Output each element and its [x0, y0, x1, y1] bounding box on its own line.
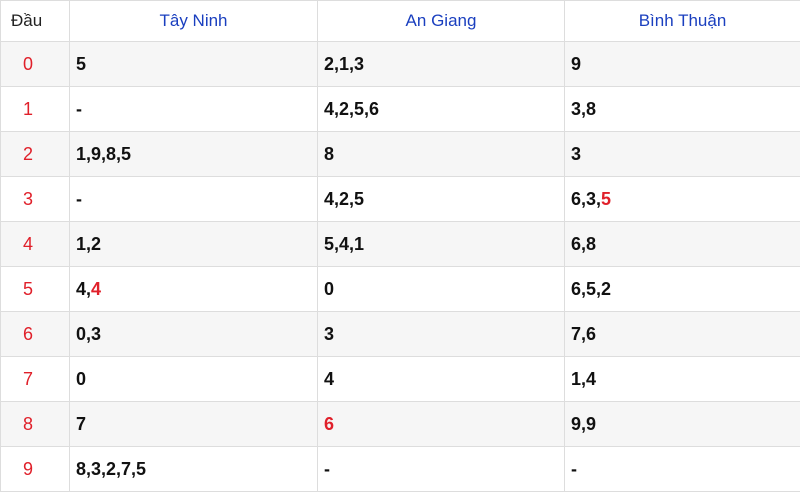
- number-text: 4,2,5: [324, 189, 364, 209]
- number-text: 0: [324, 279, 334, 299]
- value-cell-binh-thuan: 9: [565, 42, 800, 87]
- number-text: 4,2,5,6: [324, 99, 379, 119]
- highlighted-number: 6: [324, 414, 334, 434]
- header-province-an-giang: An Giang: [318, 1, 565, 42]
- number-text: 3,8: [571, 99, 596, 119]
- value-cell-an-giang: 5,4,1: [318, 222, 565, 267]
- value-cell-tay-ninh: 1,2: [70, 222, 318, 267]
- table-row: 70 4 1,4: [1, 357, 800, 402]
- number-text: -: [571, 459, 577, 479]
- number-text: 1,2: [76, 234, 101, 254]
- dau-cell: 7: [1, 357, 70, 402]
- value-cell-tay-ninh: 1,9,8,5: [70, 132, 318, 177]
- value-cell-tay-ninh: -: [70, 87, 318, 132]
- number-text: -: [76, 189, 82, 209]
- number-text: 6,5,2: [571, 279, 611, 299]
- value-cell-binh-thuan: 7,6: [565, 312, 800, 357]
- header-row: Đầu Tây Ninh An Giang Bình Thuận: [1, 1, 800, 42]
- value-cell-an-giang: 2,1,3: [318, 42, 565, 87]
- number-text: -: [76, 99, 82, 119]
- number-text: -: [324, 459, 330, 479]
- table-row: 54,406,5,2: [1, 267, 800, 312]
- table-row: 3- 4,2,5 6,3,5: [1, 177, 800, 222]
- dau-cell: 8: [1, 402, 70, 447]
- value-cell-binh-thuan: 3,8: [565, 87, 800, 132]
- dau-cell: 3: [1, 177, 70, 222]
- number-text: 8,3,2,7,5: [76, 459, 146, 479]
- value-cell-binh-thuan: -: [565, 447, 800, 492]
- number-text: 8: [324, 144, 334, 164]
- value-cell-an-giang: 6: [318, 402, 565, 447]
- number-text: 3: [324, 324, 334, 344]
- table-row: 6 0,3 3 7,6: [1, 312, 800, 357]
- number-text: 5,4,1: [324, 234, 364, 254]
- number-text: 3: [571, 144, 581, 164]
- value-cell-an-giang: 4,2,5: [318, 177, 565, 222]
- header-dau: Đầu: [1, 1, 70, 42]
- header-province-binh-thuan: Bình Thuận: [565, 1, 800, 42]
- value-cell-tay-ninh: 4,4: [70, 267, 318, 312]
- value-cell-binh-thuan: 9,9: [565, 402, 800, 447]
- value-cell-tay-ninh: -: [70, 177, 318, 222]
- number-text: 9: [571, 54, 581, 74]
- number-text: 1,4: [571, 369, 596, 389]
- dau-cell: 6: [1, 312, 70, 357]
- table-row: 4 1,2 5,4,1 6,8: [1, 222, 800, 267]
- number-text: 4: [324, 369, 334, 389]
- number-text: 0,3: [76, 324, 101, 344]
- value-cell-tay-ninh: 7: [70, 402, 318, 447]
- table-row: 9 8,3,2,7,5 - -: [1, 447, 800, 492]
- value-cell-binh-thuan: 6,3,5: [565, 177, 800, 222]
- dau-cell: 2: [1, 132, 70, 177]
- value-cell-an-giang: 4,2,5,6: [318, 87, 565, 132]
- number-text: 6,8: [571, 234, 596, 254]
- value-cell-tay-ninh: 8,3,2,7,5: [70, 447, 318, 492]
- number-text: 2,1,3: [324, 54, 364, 74]
- number-text: 6,3,: [571, 189, 601, 209]
- loto-head-table: Đầu Tây Ninh An Giang Bình Thuận 052,1,3…: [0, 0, 800, 492]
- value-cell-tay-ninh: 0: [70, 357, 318, 402]
- highlighted-number: 4: [91, 279, 101, 299]
- number-text: 1,9,8,5: [76, 144, 131, 164]
- value-cell-binh-thuan: 3: [565, 132, 800, 177]
- table-row: 2 1,9,8,5 8 3: [1, 132, 800, 177]
- table-row: 87 6 9,9: [1, 402, 800, 447]
- value-cell-binh-thuan: 6,8: [565, 222, 800, 267]
- table-row: 05 2,1,3 9: [1, 42, 800, 87]
- value-cell-binh-thuan: 6,5,2: [565, 267, 800, 312]
- value-cell-an-giang: 4: [318, 357, 565, 402]
- value-cell-binh-thuan: 1,4: [565, 357, 800, 402]
- dau-cell: 4: [1, 222, 70, 267]
- number-text: 0: [76, 369, 86, 389]
- dau-cell: 1: [1, 87, 70, 132]
- number-text: 7,6: [571, 324, 596, 344]
- highlighted-number: 5: [601, 189, 611, 209]
- value-cell-an-giang: -: [318, 447, 565, 492]
- value-cell-an-giang: 8: [318, 132, 565, 177]
- value-cell-an-giang: 3: [318, 312, 565, 357]
- value-cell-tay-ninh: 0,3: [70, 312, 318, 357]
- table-row: 1- 4,2,5,6 3,8: [1, 87, 800, 132]
- number-text: 4,: [76, 279, 91, 299]
- dau-cell: 9: [1, 447, 70, 492]
- value-cell-an-giang: 0: [318, 267, 565, 312]
- header-province-tay-ninh: Tây Ninh: [70, 1, 318, 42]
- number-text: 7: [76, 414, 86, 434]
- number-text: 5: [76, 54, 86, 74]
- number-text: 9,9: [571, 414, 596, 434]
- dau-cell: 5: [1, 267, 70, 312]
- dau-cell: 0: [1, 42, 70, 87]
- table-body: 052,1,391-4,2,5,63,821,9,8,5833-4,2,56,3…: [1, 42, 800, 492]
- value-cell-tay-ninh: 5: [70, 42, 318, 87]
